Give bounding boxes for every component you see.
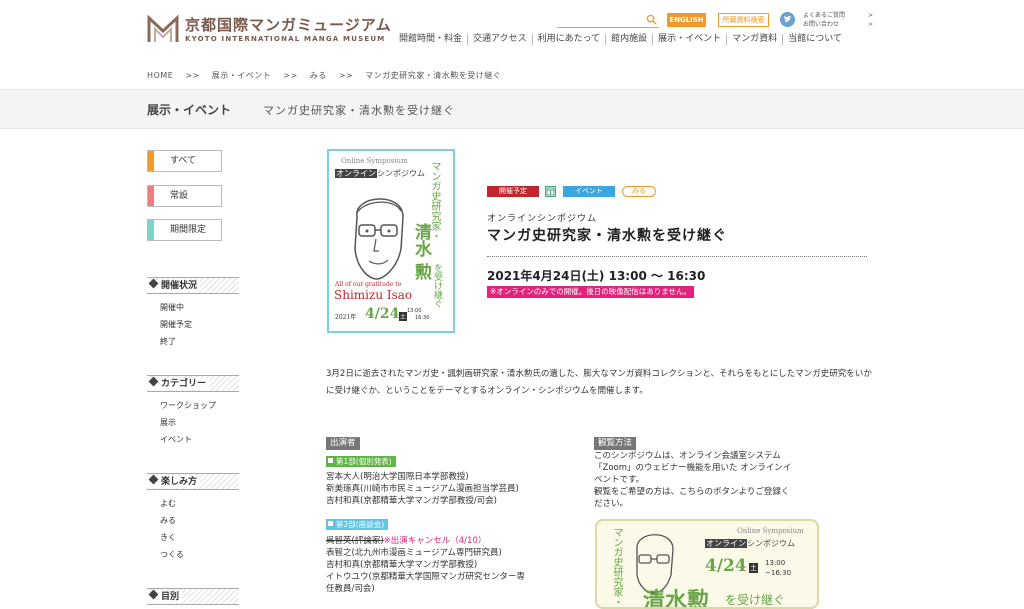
- contact-link[interactable]: お問い合わせ >: [803, 20, 873, 29]
- event-title: マンガ史研究家・清水勲を受け継ぐ: [487, 228, 727, 244]
- sidebar-item-exhibition[interactable]: 展示: [160, 417, 176, 428]
- section-enjoy: 楽しみ方: [147, 473, 239, 490]
- speakers-heading: 出演者: [326, 437, 360, 450]
- category-color-bar: [148, 151, 154, 171]
- nav-hours[interactable]: 開館時間・料金: [394, 34, 467, 45]
- event-type-badge: イベント: [563, 186, 615, 197]
- viewing-text: このシンポジウムは、オンライン会議室システム 「Zoom」のウェビナー機能を用い…: [594, 451, 792, 509]
- search-icon[interactable]: [646, 14, 657, 25]
- calendar-icon: [545, 186, 556, 197]
- poster-badge: オンラインシンポジウム: [335, 169, 425, 178]
- breadcrumb-separator: >>: [283, 71, 298, 80]
- breadcrumb-current: マンガ史研究家・清水勲を受け継ぐ: [365, 71, 502, 80]
- breadcrumb-miru[interactable]: みる: [310, 71, 327, 80]
- filter-permanent-button[interactable]: 常設: [147, 185, 222, 207]
- event-poster[interactable]: Online Symposium オンラインシンポジウム マンガ史研究家・ 清水…: [327, 149, 455, 333]
- museum-logo-icon[interactable]: [147, 15, 179, 43]
- nav-access[interactable]: 交通アクセス: [467, 34, 532, 45]
- page-title: 展示・イベント: [147, 103, 232, 117]
- poster-badge: オンラインシンポジウム: [705, 539, 795, 548]
- nav-events[interactable]: 展示・イベント: [652, 34, 726, 45]
- search-box: [557, 14, 659, 28]
- sidebar-item-workshop[interactable]: ワークショップ: [160, 400, 216, 411]
- filter-all-button[interactable]: すべて: [147, 150, 222, 172]
- faq-link[interactable]: よくあるご質問 >: [803, 11, 873, 20]
- sidebar-item-see[interactable]: みる: [160, 515, 176, 526]
- sidebar-item-ended[interactable]: 終了: [160, 336, 176, 347]
- nav-usage[interactable]: 利用にあたって: [531, 34, 606, 45]
- section-status: 開催状況: [147, 277, 239, 294]
- nav-facilities[interactable]: 館内施設: [605, 34, 652, 45]
- diamond-icon: [148, 376, 159, 387]
- filter-limited-button[interactable]: 期間限定: [147, 219, 222, 241]
- registration-banner[interactable]: マンガ史研究家・ Online Symposium オンラインシンポジウム 4/…: [595, 519, 819, 609]
- viewing-heading: 観覧方法: [594, 437, 637, 450]
- twitter-icon[interactable]: [780, 12, 795, 27]
- sidebar-item-make[interactable]: つくる: [160, 549, 184, 560]
- section-monthly: 目別: [147, 588, 239, 605]
- diamond-icon: [148, 589, 159, 600]
- sidebar-item-event[interactable]: イベント: [160, 434, 192, 445]
- breadcrumb-separator: >>: [338, 71, 354, 80]
- event-datetime: 2021年4月24日(土) 13:00 〜 16:30: [487, 269, 706, 283]
- breadcrumb-home[interactable]: HOME: [147, 71, 173, 80]
- part1-label: 第1部(個別発表): [326, 456, 396, 467]
- logo-subtitle: KYOTO INTERNATIONAL MANGA MUSEUM: [185, 35, 386, 43]
- event-kicker: オンラインシンポジウム: [487, 214, 598, 224]
- category-color-bar: [148, 220, 154, 240]
- status-badge: 開催予定: [487, 186, 539, 197]
- sidebar-item-upcoming[interactable]: 開催予定: [160, 319, 192, 330]
- sidebar-item-read[interactable]: よむ: [160, 498, 176, 509]
- catalog-search-button[interactable]: 所蔵資料検索: [718, 13, 769, 27]
- help-links: よくあるご質問 > お問い合わせ >: [803, 11, 873, 29]
- nav-about[interactable]: 当館について: [782, 34, 847, 45]
- diamond-icon: [148, 278, 159, 289]
- sidebar-item-ongoing[interactable]: 開催中: [160, 302, 184, 313]
- dotted-divider: [487, 256, 867, 257]
- page-subtitle: マンガ史研究家・清水勲を受け継ぐ: [263, 104, 455, 117]
- enjoy-type-badge: みる: [622, 186, 656, 197]
- part2-speakers: 呉智英(評論家)※出演キャンセル（4/10） 表智之(北九州市漫画ミュージアム専…: [326, 536, 525, 594]
- category-color-bar: [148, 186, 154, 206]
- global-nav: 開館時間・料金 交通アクセス 利用にあたって 館内施設 展示・イベント マンガ資…: [394, 34, 847, 45]
- breadcrumb-events[interactable]: 展示・イベント: [212, 71, 272, 80]
- search-input[interactable]: [557, 14, 645, 27]
- diamond-icon: [148, 474, 159, 485]
- breadcrumb-separator: >>: [185, 71, 200, 80]
- event-description: 3月2日に逝去されたマンガ史・諷刺画研究家・清水勲氏の遺した、膨大なマンガ資料コ…: [326, 369, 872, 396]
- section-category: カテゴリー: [147, 375, 239, 392]
- logo-title[interactable]: 京都国際マンガミュージアム: [185, 14, 392, 35]
- site-header: 京都国際マンガミュージアム KYOTO INTERNATIONAL MANGA …: [0, 0, 1024, 60]
- nav-materials[interactable]: マンガ資料: [726, 34, 782, 45]
- portrait-illustration: [354, 198, 404, 280]
- english-button[interactable]: ENGLISH: [667, 13, 706, 27]
- event-note: ※オンラインのみでの開催。後日の映像配信はありません。: [487, 286, 695, 298]
- part2-label: 第2部(座談会): [326, 519, 389, 530]
- part1-speakers: 宮本大人(明治大学国際日本学部教授) 新美琢真(川崎市市民ミュージアム漫画担当学…: [326, 472, 519, 506]
- breadcrumb: HOME >> 展示・イベント >> みる >> マンガ史研究家・清水勲を受け継…: [147, 70, 510, 81]
- sidebar-item-listen[interactable]: きく: [160, 532, 176, 543]
